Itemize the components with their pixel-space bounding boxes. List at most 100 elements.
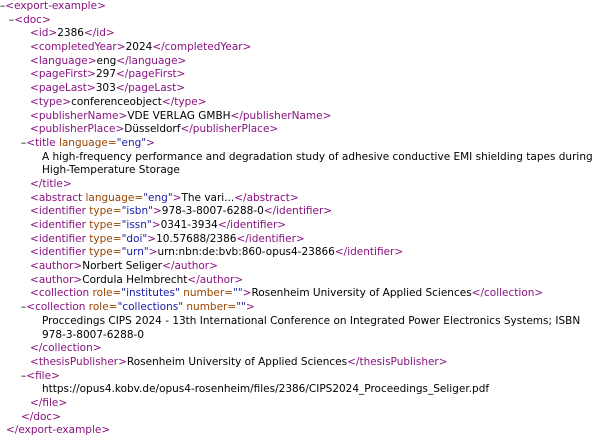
tag-bracket: > [58, 396, 68, 409]
tag-bracket: < [30, 287, 39, 300]
attr-name: type [89, 219, 113, 231]
tag-bracket: < [30, 355, 39, 368]
tag-bracket: < [30, 123, 39, 136]
identifier-doi: <identifier type="doi">10.57688/2386</id… [30, 232, 305, 245]
text-value: 0341-3934 [160, 219, 218, 231]
attr-value: issn [126, 219, 147, 231]
tag-name: export-example [14, 0, 98, 12]
tag-bracket: </ [471, 287, 485, 300]
tag-bracket: </ [236, 232, 249, 245]
tag-bracket: < [26, 301, 36, 314]
tag-bracket: </ [217, 219, 231, 231]
tag-bracket: < [30, 232, 39, 245]
tag-bracket: > [116, 41, 126, 54]
tag-bracket: < [5, 0, 15, 12]
tag-name: thesisPublisher [359, 355, 439, 368]
collection-text: Proccedings CIPS 2024 - 13th Internation… [42, 314, 581, 327]
tag-bracket: > [197, 95, 207, 108]
field-id: <id>2386</id> [0, 27, 616, 41]
tag-bracket: < [30, 82, 39, 95]
tag-bracket: </ [234, 191, 247, 204]
tag-name: title [42, 177, 63, 190]
text-value: eng [96, 54, 117, 67]
tag-bracket: > [322, 109, 332, 122]
tag-name: id [96, 27, 106, 40]
attr-name: number [183, 287, 225, 300]
tag-name: type [174, 95, 198, 108]
tag-name: identifier [230, 219, 278, 231]
text-value: 303 [95, 82, 116, 95]
attr-value: eng [121, 136, 142, 149]
collection-close-line: </collection> [0, 342, 616, 356]
tag-bracket: < [30, 109, 39, 122]
file-open-line: –<file> [0, 370, 616, 384]
file-url-line: https://opus4.kobv.de/opus4-rosenheim/fi… [0, 383, 616, 397]
tag-name: collection [42, 342, 93, 355]
tag-bracket: > [234, 273, 244, 286]
collection-text: 978-3-8007-6288-0 [42, 328, 145, 341]
tag-bracket: > [534, 287, 544, 300]
tag-bracket: > [323, 205, 333, 218]
tag-bracket: > [177, 54, 187, 67]
attr-name: language [58, 136, 108, 149]
tag-name: publisherName [38, 109, 119, 122]
tag-bracket: > [242, 41, 252, 54]
tag-bracket: </ [116, 68, 129, 81]
tag-bracket: > [87, 68, 96, 81]
tag-bracket: < [26, 369, 36, 382]
tag-name: collection [38, 287, 90, 300]
tag-bracket: < [30, 260, 39, 273]
doc-close-line: </doc> [0, 411, 616, 425]
tag-name: abstract [246, 191, 290, 204]
text-value: conferenceobject [71, 95, 162, 108]
thesis-publisher-line: <thesisPublisher>Rosenheim University of… [0, 356, 616, 370]
tag-name: identifier [276, 205, 324, 218]
tag-bracket: > [269, 123, 279, 136]
tag-bracket: < [30, 27, 39, 40]
tag-bracket: </ [83, 27, 97, 40]
tag-name: identifier [38, 219, 86, 231]
field-pageFirst: <pageFirst>297</pageFirst> [0, 68, 616, 82]
text-value: urn:nbn:de:bvb:860-opus4-23866 [157, 246, 335, 259]
tag-bracket: > [176, 82, 186, 95]
author-line: <author>Cordula Helmbrecht</author> [0, 274, 616, 288]
tag-name: publisherName [242, 109, 323, 122]
tag-bracket: > [105, 27, 115, 40]
tag-bracket: > [41, 13, 51, 26]
tag-bracket: > [86, 82, 96, 95]
tag-bracket: > [62, 177, 72, 190]
tag-bracket: </ [116, 54, 129, 67]
field-publisherPlace: <publisherPlace>Düsseldorf</publisherPla… [0, 123, 616, 137]
tag-name: completedYear [164, 41, 243, 54]
text-value: Rosenheim University of Applied Sciences [251, 287, 472, 300]
attr-value: collections [122, 301, 179, 314]
field-publisherName: <publisherName>VDE VERLAG GMBH</publishe… [0, 110, 616, 124]
tag-name: file [42, 396, 59, 409]
identifier-issn: <identifier type="issn">0341-3934</ident… [30, 219, 287, 231]
tag-bracket: > [277, 219, 287, 231]
tag-bracket: > [118, 109, 128, 122]
tag-name: collection [35, 301, 86, 314]
tag-bracket: > [62, 95, 72, 108]
tag-name: collection [484, 287, 535, 300]
tag-bracket: </ [6, 424, 19, 437]
collection-institutes-line: <collection role="institutes" number="">… [30, 287, 544, 300]
tag-bracket: > [289, 191, 299, 204]
root-close-line: </export-example> [0, 424, 616, 438]
tag-bracket: > [115, 123, 125, 136]
tag-bracket: </ [161, 95, 175, 108]
text-value: Rosenheim University of Applied Sciences [126, 355, 348, 368]
title-text: High-Temperature Storage [42, 164, 180, 177]
field-type: <type>conferenceobject</type> [0, 96, 616, 110]
text-value: VDE VERLAG GMBH [127, 109, 231, 122]
tag-bracket: < [30, 205, 39, 218]
attr-name: language [85, 191, 135, 204]
tag-bracket: </ [30, 177, 43, 190]
attr-value: isbn [126, 205, 149, 218]
tag-name: author [199, 273, 235, 286]
tag-bracket: </ [180, 123, 193, 136]
abstract-line: <abstract language="eng">The vari...</ab… [30, 191, 299, 204]
identifier-urn: <identifier type="urn">urn:nbn:de:bvb:86… [30, 246, 404, 259]
tag-name: identifier [347, 246, 395, 259]
tag-name: pageLast [128, 82, 177, 95]
